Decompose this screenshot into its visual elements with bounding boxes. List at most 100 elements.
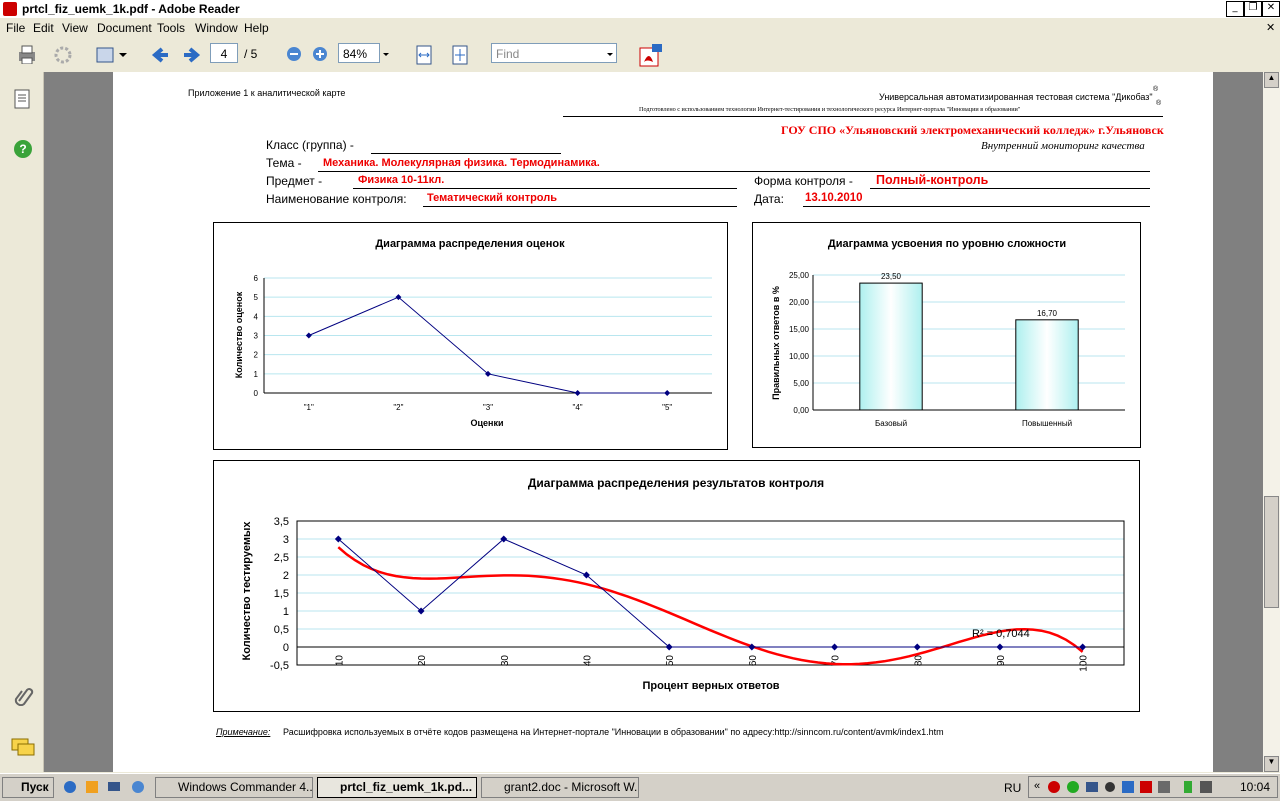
chart1-xtick-label: "1" <box>304 403 314 412</box>
date-underline <box>803 206 1150 207</box>
attachments-icon[interactable] <box>12 684 34 706</box>
registered-mark-2: ® <box>1156 100 1162 107</box>
chart3-xtick-label: 100 <box>1079 655 1090 672</box>
task-adobe-reader[interactable]: prtcl_fiz_uemk_1k.pd... <box>317 777 477 798</box>
find-dropdown-icon[interactable] <box>604 44 616 64</box>
chart3-xtick-label: 80 <box>913 655 924 667</box>
scroll-down-button[interactable]: ▼ <box>1264 756 1279 772</box>
difficulty-chart-box: Диаграмма усвоения по уровню сложности П… <box>752 222 1141 448</box>
difficulty-chart: Диаграмма усвоения по уровню сложности П… <box>771 238 1125 428</box>
help-icon[interactable]: ? <box>12 138 34 160</box>
chart1-ytick-label: 4 <box>254 312 259 321</box>
zoom-out-icon[interactable] <box>285 45 303 63</box>
zoom-level-input[interactable]: 84% <box>338 43 380 63</box>
start-button[interactable]: Пуск <box>2 777 54 798</box>
chart2-ytick-label: 0,00 <box>793 406 809 415</box>
form-value: Полный-контроль <box>876 173 989 187</box>
note-text: Расшифровка используемых в отчёте кодов … <box>283 727 944 737</box>
organization-title: ГОУ СПО «Ульяновский электромеханический… <box>781 123 1164 137</box>
form-underline <box>870 188 1150 189</box>
fit-width-icon[interactable] <box>414 44 434 66</box>
adobe-reader-icon <box>3 2 17 16</box>
close-button[interactable]: ✕ <box>1262 1 1280 17</box>
menu-view[interactable]: View <box>62 21 88 35</box>
chart3-ytick-label: 0,5 <box>274 624 289 636</box>
class-label: Класс (группа) - <box>266 138 354 152</box>
chart2-bar <box>1015 319 1079 411</box>
pdf-page: Приложение 1 к аналитической карте Униве… <box>113 72 1213 772</box>
zoom-in-icon[interactable] <box>311 45 329 63</box>
chart1-ytick-label: 5 <box>254 293 259 302</box>
scroll-thumb[interactable] <box>1264 496 1279 608</box>
chart1-ytick-label: 3 <box>254 332 259 341</box>
vertical-scrollbar[interactable]: ▲ ▼ <box>1263 72 1280 772</box>
page-total-label: / 5 <box>244 47 258 61</box>
chart1-title: Диаграмма распределения оценок <box>375 238 565 250</box>
chart3-xtick-label: 50 <box>665 655 676 667</box>
document-viewport[interactable]: Приложение 1 к аналитической карте Униве… <box>44 72 1263 772</box>
task-windows-commander[interactable]: Windows Commander 4.... <box>155 777 313 798</box>
menu-window[interactable]: Window <box>195 21 238 35</box>
minimize-button[interactable]: _ <box>1226 1 1244 17</box>
control-value: Тематический контроль <box>427 192 557 204</box>
menu-help[interactable]: Help <box>244 21 269 35</box>
chart2-xtick-label: Повышенный <box>1022 419 1072 428</box>
chart2-ytick-label: 20,00 <box>789 298 810 307</box>
browser-icon[interactable] <box>62 779 78 795</box>
chart2-ytick-label: 5,00 <box>793 379 809 388</box>
chart2-ytick-label: 10,00 <box>789 352 810 361</box>
menu-document[interactable]: Document <box>97 21 152 35</box>
navigation-panel: ? <box>0 72 44 772</box>
chart3-xtick-label: 30 <box>500 655 511 667</box>
media-player-icon[interactable] <box>84 779 100 795</box>
chart3-ytick-label: 2 <box>283 570 289 582</box>
menu-tools[interactable]: Tools <box>157 21 185 35</box>
topic-label: Тема - <box>266 156 302 170</box>
taskbar: Пуск Windows Commander 4.... prtcl_fiz_u… <box>0 773 1280 801</box>
page-number-input[interactable]: 4 <box>210 43 238 63</box>
topic-underline <box>318 171 1150 172</box>
chart2-ylabel: Правильных ответов в % <box>771 286 781 400</box>
chart1-xtick-label: "4" <box>573 403 583 412</box>
pages-icon[interactable] <box>12 88 32 110</box>
select-tool-icon[interactable] <box>95 44 129 66</box>
find-input[interactable]: Find <box>491 43 617 63</box>
chart1-ytick-label: 0 <box>254 389 259 398</box>
svg-text:?: ? <box>19 142 26 156</box>
chart2-ytick-label: 25,00 <box>789 271 810 280</box>
adobe-online-icon[interactable] <box>638 42 664 68</box>
control-underline <box>423 206 737 207</box>
chart2-title: Диаграмма усвоения по уровню сложности <box>828 238 1066 250</box>
topic-value: Механика. Молекулярная физика. Термодина… <box>323 157 600 169</box>
desktop-icon[interactable] <box>106 779 122 795</box>
menu-file[interactable]: File <box>6 21 25 35</box>
print-icon[interactable] <box>16 44 36 64</box>
zoom-dropdown-icon[interactable] <box>380 44 392 64</box>
task-word[interactable]: grant2.doc - Microsoft W... <box>481 777 639 798</box>
tray-expand-icon[interactable]: « <box>1034 780 1040 792</box>
chart3-ytick-label: 1,5 <box>274 588 289 600</box>
chart3-ytick-label: -0,5 <box>270 660 289 672</box>
prepared-line: Подготовлено с использованием технологии… <box>639 106 1021 113</box>
restore-button[interactable]: ❐ <box>1244 1 1262 17</box>
chart3-ylabel: Количество тестируемых <box>241 521 253 661</box>
chart1-xtick-label: "3" <box>483 403 493 412</box>
chart3-xtick-label: 20 <box>417 655 428 667</box>
chart3-point <box>831 643 839 651</box>
class-underline <box>371 153 561 154</box>
scroll-up-button[interactable]: ▲ <box>1264 72 1279 88</box>
previous-page-icon[interactable] <box>150 44 172 66</box>
chart1-ytick-label: 6 <box>254 274 259 283</box>
close-doc-icon[interactable]: ✕ <box>1266 21 1275 34</box>
next-page-icon[interactable] <box>180 44 202 66</box>
fit-page-icon[interactable] <box>450 44 470 66</box>
date-value: 13.10.2010 <box>805 192 863 204</box>
language-indicator[interactable]: RU <box>1004 781 1021 795</box>
tray-icons[interactable] <box>1046 779 1216 795</box>
comments-icon[interactable] <box>10 736 36 758</box>
quick-launch-icon[interactable] <box>130 779 146 795</box>
menu-edit[interactable]: Edit <box>33 21 54 35</box>
collaborate-icon[interactable] <box>52 44 74 66</box>
chart3-ytick-label: 3,5 <box>274 516 289 528</box>
chart2-value-label: 16,70 <box>1037 309 1058 318</box>
